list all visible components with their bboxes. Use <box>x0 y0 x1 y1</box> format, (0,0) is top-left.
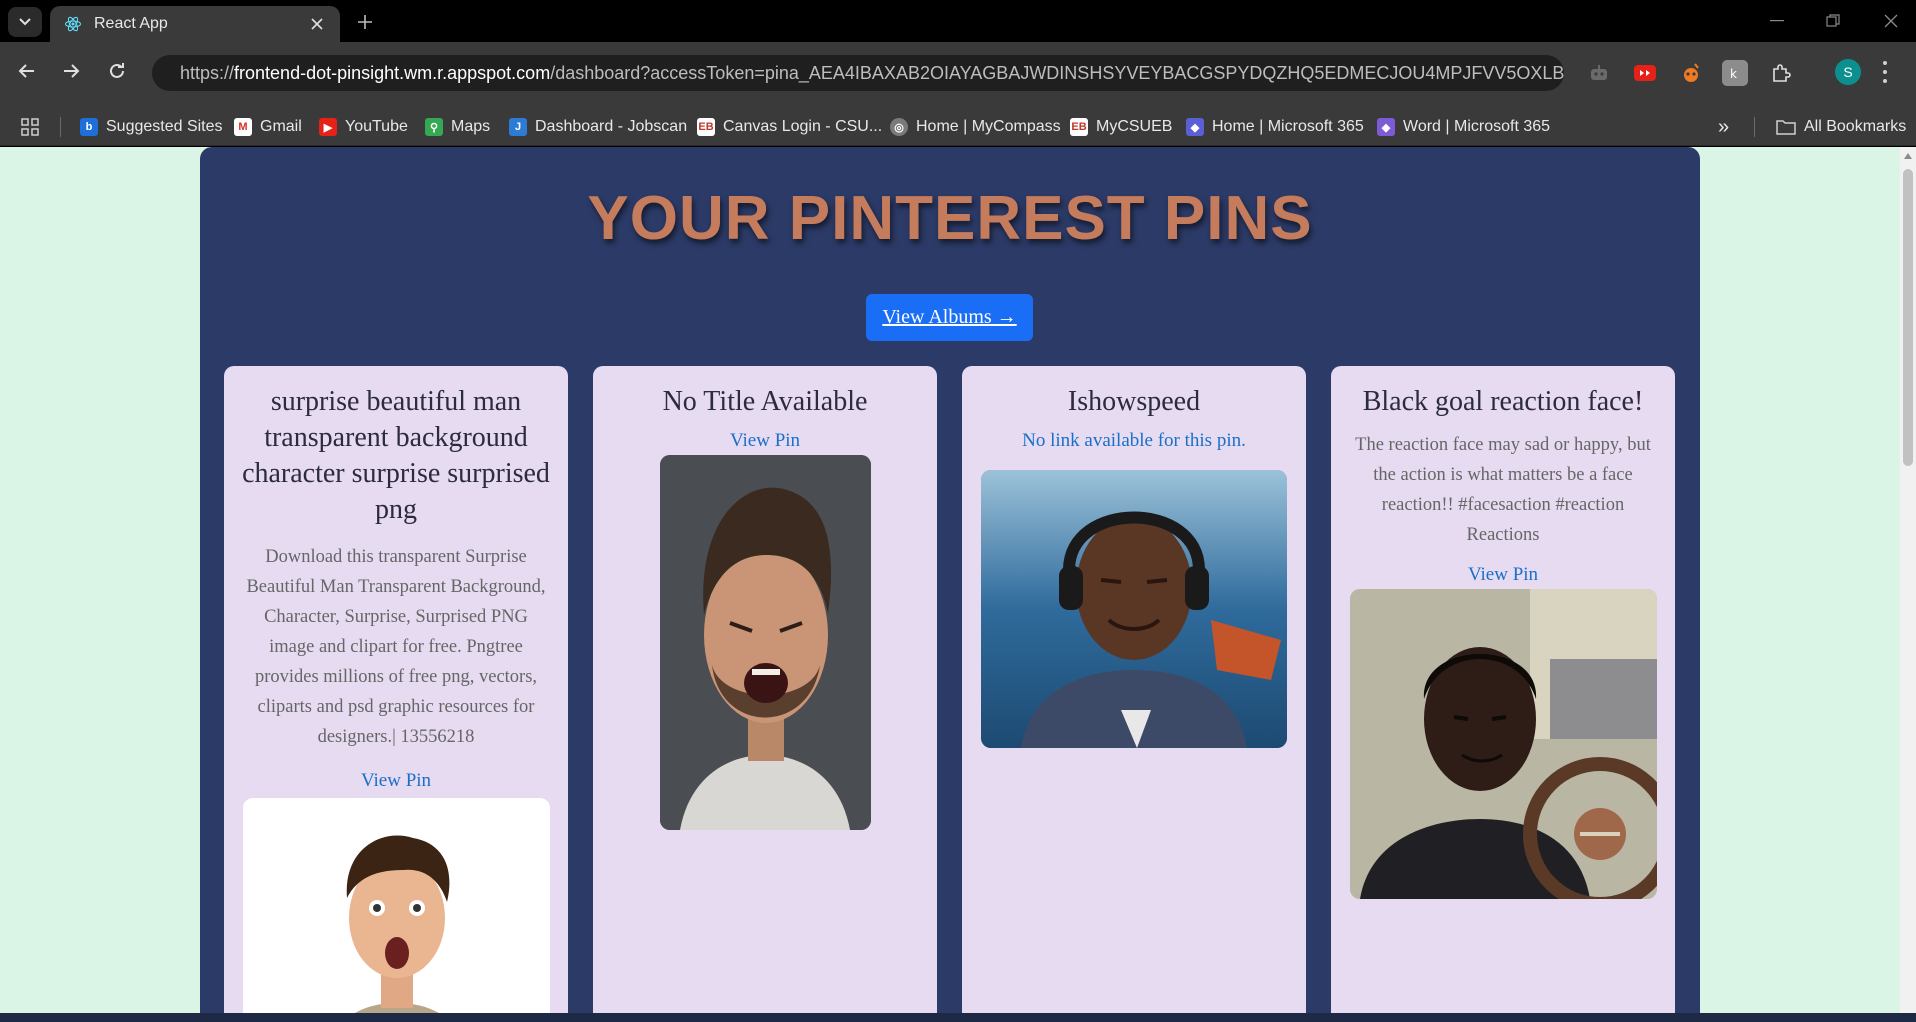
pin-image[interactable] <box>242 798 550 1013</box>
pin-card: surprise beautiful man transparent backg… <box>224 366 568 1013</box>
folder-icon <box>1776 120 1796 135</box>
page-title: YOUR PINTEREST PINS <box>587 184 1313 253</box>
jobscan-icon: J <box>509 118 527 136</box>
pin-title: No Title Available <box>662 386 868 417</box>
chevron-down-icon <box>19 18 31 26</box>
bookmark-jobscan[interactable]: J Dashboard - Jobscan <box>509 108 687 146</box>
url-scheme: https:// <box>180 62 235 83</box>
page-viewport: YOUR PINTEREST PINS View Albums → surpri… <box>0 147 1900 1013</box>
arrow-right-icon <box>64 64 80 78</box>
url-text: https://frontend-dot-pinsight.wm.r.appsp… <box>180 63 1564 84</box>
bookmarks-bar: b Suggested Sites M Gmail ▶ YouTube ⚲ Ma… <box>0 108 1916 146</box>
translate-extension-icon[interactable]: k <box>1722 60 1748 86</box>
address-bar[interactable]: https://frontend-dot-pinsight.wm.r.appsp… <box>152 55 1564 91</box>
bookmark-suggested-sites[interactable]: b Suggested Sites <box>80 108 223 146</box>
view-pin-link[interactable]: View Pin <box>224 770 568 792</box>
tab-title: React App <box>94 15 168 32</box>
bookmark-label: Canvas Login - CSU... <box>723 118 883 135</box>
scroll-up-arrow-icon[interactable] <box>1904 153 1912 159</box>
browser-toolbar: https://frontend-dot-pinsight.wm.r.appsp… <box>0 42 1916 108</box>
pin-description: Download this transparent Surprise Beaut… <box>246 547 546 747</box>
pin-card: Ishowspeed No link available for this pi… <box>962 366 1306 1013</box>
apps-grid-icon[interactable] <box>20 108 40 146</box>
pin-image[interactable] <box>659 455 871 830</box>
tampermonkey-extension-icon[interactable] <box>1678 60 1704 86</box>
bing-icon: b <box>80 118 98 136</box>
url-host: frontend-dot-pinsight.wm.r.appspot.com <box>234 62 551 83</box>
minimize-button[interactable] <box>1752 6 1802 36</box>
taskbar-edge <box>0 1013 1916 1022</box>
pin-image[interactable] <box>981 470 1287 748</box>
tab-strip: React App <box>0 0 1916 42</box>
bookmark-label: Maps <box>451 118 491 135</box>
browser-menu-icon[interactable] <box>1880 59 1890 85</box>
maps-icon: ⚲ <box>425 118 443 136</box>
robot-extension-icon[interactable] <box>1586 60 1612 86</box>
no-link-message: No link available for this pin. <box>1022 430 1246 451</box>
bookmark-label: Suggested Sites <box>106 118 223 135</box>
pins-panel: YOUR PINTEREST PINS View Albums → surpri… <box>200 147 1700 1013</box>
react-icon <box>64 16 82 32</box>
bookmark-canvas[interactable]: EB Canvas Login - CSU... <box>697 108 882 146</box>
bookmarks-overflow-button[interactable]: » <box>1718 108 1729 146</box>
bookmark-word[interactable]: ◆ Word | Microsoft 365 <box>1377 108 1550 146</box>
word-icon: ◆ <box>1377 118 1395 136</box>
bookmark-label: Home | Microsoft 365 <box>1212 118 1364 135</box>
pin-image[interactable] <box>1349 589 1657 899</box>
bookmark-label: Dashboard - Jobscan <box>535 118 688 135</box>
scrollbar-thumb[interactable] <box>1903 169 1913 466</box>
plus-icon <box>358 15 372 29</box>
bookmark-maps[interactable]: ⚲ Maps <box>425 108 490 146</box>
bookmark-label: Word | Microsoft 365 <box>1403 118 1551 135</box>
pin-description: The reaction face may sad or happy, but … <box>1355 435 1651 545</box>
gmail-icon: M <box>234 118 252 136</box>
m365-icon: ◆ <box>1186 118 1204 136</box>
bookmarks-divider <box>1754 117 1755 137</box>
new-tab-button[interactable] <box>352 9 378 35</box>
view-pin-link[interactable]: View Pin <box>593 430 937 452</box>
bookmarks-divider <box>60 117 61 137</box>
pin-card: No Title Available View Pin <box>593 366 937 1013</box>
youtube-extension-icon[interactable] <box>1632 60 1658 86</box>
reload-button[interactable] <box>102 56 132 86</box>
arrow-left-icon <box>18 64 34 78</box>
svg-text:k: k <box>1730 67 1737 81</box>
bookmark-label: MyCSUEB <box>1096 118 1173 135</box>
restore-icon <box>1826 14 1840 27</box>
canvas-icon: EB <box>697 118 715 136</box>
back-button[interactable] <box>12 56 42 86</box>
page-scrollbar[interactable] <box>1900 147 1916 1013</box>
mycsueb-icon: EB <box>1070 118 1088 136</box>
pin-title: surprise beautiful man transparent backg… <box>242 386 550 525</box>
bookmark-label: Home | MyCompass <box>916 118 1061 135</box>
all-bookmarks-button[interactable]: All Bookmarks <box>1776 108 1906 146</box>
bookmark-gmail[interactable]: M Gmail <box>234 108 302 146</box>
profile-avatar[interactable]: S <box>1835 59 1861 85</box>
pin-title: Black goal reaction face! <box>1362 386 1644 417</box>
bookmark-youtube[interactable]: ▶ YouTube <box>319 108 408 146</box>
all-bookmarks-label: All Bookmarks <box>1804 118 1907 135</box>
bookmark-label: YouTube <box>345 118 408 135</box>
minimize-icon <box>1770 20 1784 22</box>
pin-card: Black goal reaction face! The reaction f… <box>1331 366 1675 1013</box>
view-albums-button[interactable]: View Albums → <box>866 294 1033 341</box>
close-window-button[interactable] <box>1866 6 1916 36</box>
mycompass-icon: ◎ <box>890 118 908 136</box>
bookmark-microsoft-365[interactable]: ◆ Home | Microsoft 365 <box>1186 108 1364 146</box>
pin-title: Ishowspeed <box>1067 386 1201 417</box>
restore-button[interactable] <box>1808 6 1858 36</box>
bookmark-label: Gmail <box>260 118 302 135</box>
forward-button[interactable] <box>56 56 86 86</box>
url-path: /dashboard?accessToken=pina_AEA4IBAXAB2O… <box>550 62 1564 83</box>
view-pin-link[interactable]: View Pin <box>1331 564 1675 586</box>
bookmark-mycsueb[interactable]: EB MyCSUEB <box>1070 108 1172 146</box>
tab-search-button[interactable] <box>8 7 42 37</box>
reload-icon <box>110 63 124 78</box>
close-icon <box>1884 14 1898 28</box>
youtube-icon: ▶ <box>319 118 337 136</box>
close-tab-icon[interactable] <box>308 15 326 33</box>
extensions-puzzle-icon[interactable] <box>1768 60 1794 86</box>
bookmark-mycompass[interactable]: ◎ Home | MyCompass <box>890 108 1061 146</box>
active-tab[interactable]: React App <box>50 6 340 42</box>
